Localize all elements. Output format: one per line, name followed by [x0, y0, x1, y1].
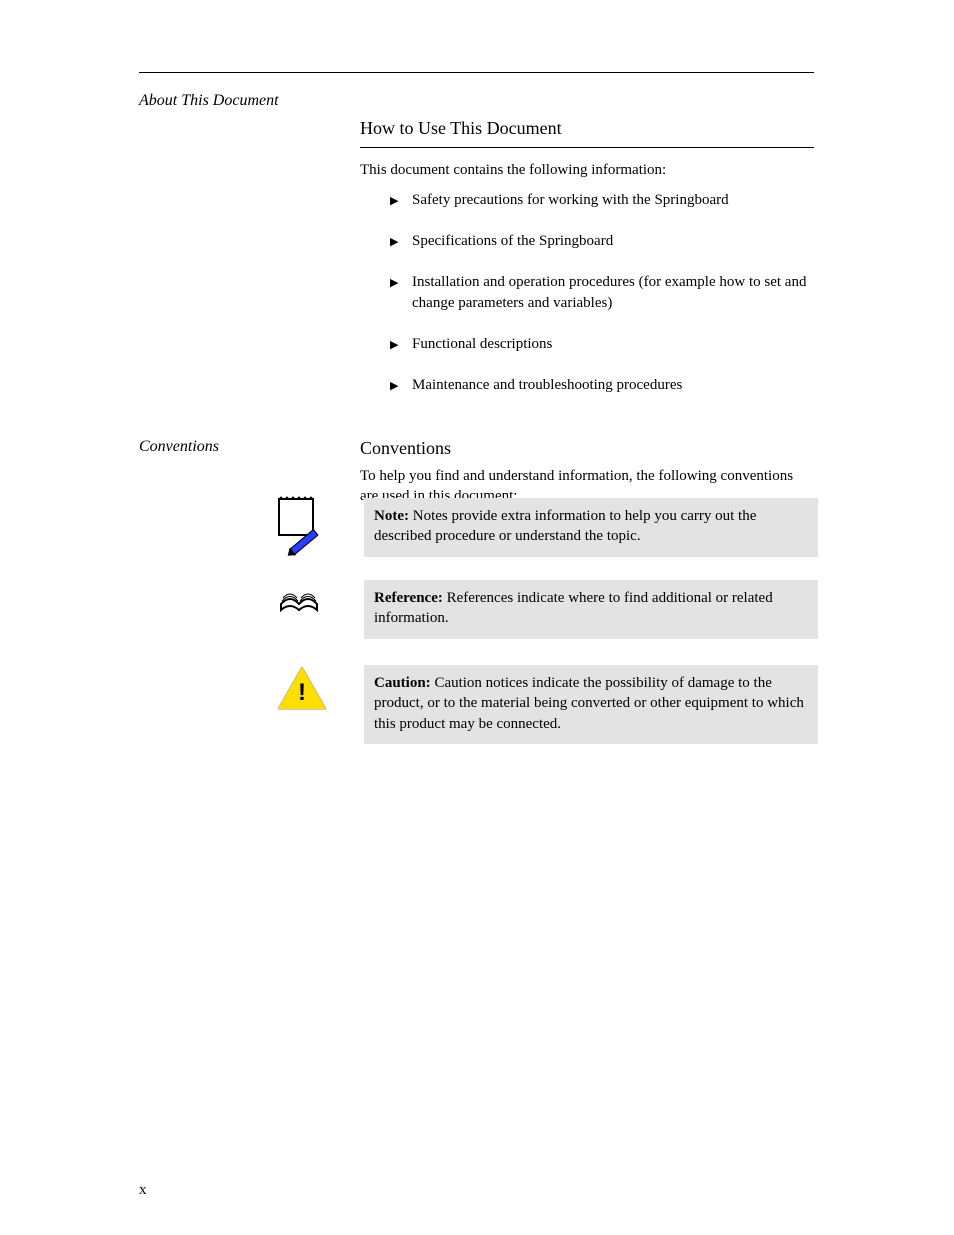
- bullet-triangle-icon: ▶: [390, 334, 412, 355]
- top-horizontal-rule: [139, 72, 814, 73]
- section-title-conventions: Conventions: [360, 438, 814, 459]
- sidebar-about-this-document: About This Document: [139, 90, 309, 111]
- list-item-text: Maintenance and troubleshooting procedur…: [412, 375, 814, 396]
- bullet-list: ▶ Safety precautions for working with th…: [390, 190, 814, 416]
- list-item: ▶ Maintenance and troubleshooting proced…: [390, 375, 814, 396]
- note-body: Note: Notes provide extra information to…: [364, 498, 818, 557]
- bullet-triangle-icon: ▶: [390, 190, 412, 211]
- caution-body: Caution: Caution notices indicate the po…: [364, 665, 818, 744]
- document-page: About This Document How to Use This Docu…: [0, 0, 954, 1235]
- caution-callout: ! Caution: Caution notices indicate the …: [270, 665, 818, 744]
- note-text: Notes provide extra information to help …: [374, 508, 756, 544]
- caution-label: Caution:: [374, 675, 434, 691]
- bullet-triangle-icon: ▶: [390, 272, 412, 314]
- list-item-text: Safety precautions for working with the …: [412, 190, 814, 211]
- list-item: ▶ Installation and operation procedures …: [390, 272, 814, 314]
- caution-text: Caution notices indicate the possibility…: [374, 675, 804, 732]
- list-item-text: Specifications of the Springboard: [412, 231, 814, 252]
- reference-callout: Reference: References indicate where to …: [270, 580, 818, 639]
- reference-label: Reference:: [374, 590, 447, 606]
- bullet-triangle-icon: ▶: [390, 375, 412, 396]
- section-title-how-to-use: How to Use This Document: [360, 118, 814, 148]
- caution-icon: !: [278, 667, 318, 707]
- list-item: ▶ Functional descriptions: [390, 334, 814, 355]
- list-item-text: Functional descriptions: [412, 334, 814, 355]
- bullet-triangle-icon: ▶: [390, 231, 412, 252]
- reference-icon: [278, 580, 318, 620]
- note-callout: Note: Notes provide extra information to…: [270, 498, 818, 557]
- sidebar-conventions-label: Conventions: [139, 438, 359, 456]
- reference-body: Reference: References indicate where to …: [364, 580, 818, 639]
- note-icon: [278, 498, 318, 538]
- page-number: x: [139, 1182, 147, 1199]
- list-item-text: Installation and operation procedures (f…: [412, 272, 814, 314]
- note-label: Note:: [374, 508, 413, 524]
- section-intro: This document contains the following inf…: [360, 160, 814, 180]
- list-item: ▶ Safety precautions for working with th…: [390, 190, 814, 211]
- list-item: ▶ Specifications of the Springboard: [390, 231, 814, 252]
